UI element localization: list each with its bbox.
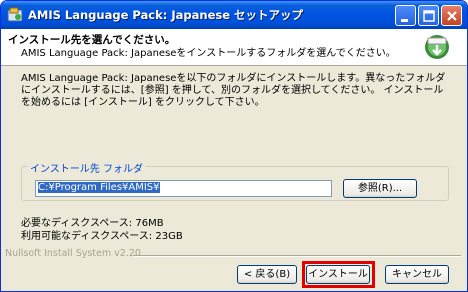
minimize-button[interactable] <box>395 5 416 26</box>
installer-window: AMIS Language Pack: Japanese セットアップ インスト… <box>0 0 468 292</box>
destination-path-input[interactable]: C:¥Program Files¥AMIS¥ <box>35 180 332 197</box>
page-subtitle: AMIS Language Pack: Japaneseをインストールするフォル… <box>21 48 396 59</box>
maximize-icon <box>423 10 435 22</box>
title-bar[interactable]: AMIS Language Pack: Japanese セットアップ <box>1 1 467 29</box>
minimize-icon <box>401 19 408 22</box>
nullsoft-brand-text: Nullsoft Install System v2.20 <box>5 248 141 259</box>
footer-divider <box>134 255 461 257</box>
maximize-button[interactable] <box>418 5 439 26</box>
available-space-text: 利用可能なディスクスペース: 23GB <box>21 231 183 242</box>
back-button[interactable]: < 戻る(B) <box>237 265 297 284</box>
close-icon <box>447 11 457 21</box>
installer-app-icon <box>7 7 23 22</box>
window-title: AMIS Language Pack: Japanese セットアップ <box>28 8 304 22</box>
install-button[interactable]: インストール <box>306 265 370 284</box>
destination-path-value: C:¥Program Files¥AMIS¥ <box>38 182 160 193</box>
destination-group-label: インストール先 フォルダ <box>27 160 146 175</box>
close-button[interactable] <box>441 5 462 26</box>
cancel-button[interactable]: キャンセル <box>385 265 449 284</box>
header-panel: インストール先を選んでください。 AMIS Language Pack: Jap… <box>1 29 467 66</box>
browse-button[interactable]: 参照(R)... <box>343 179 417 198</box>
installer-logo-icon <box>425 35 449 59</box>
description-text: AMIS Language Pack: Japaneseを以下のフォルダにインス… <box>21 73 446 108</box>
